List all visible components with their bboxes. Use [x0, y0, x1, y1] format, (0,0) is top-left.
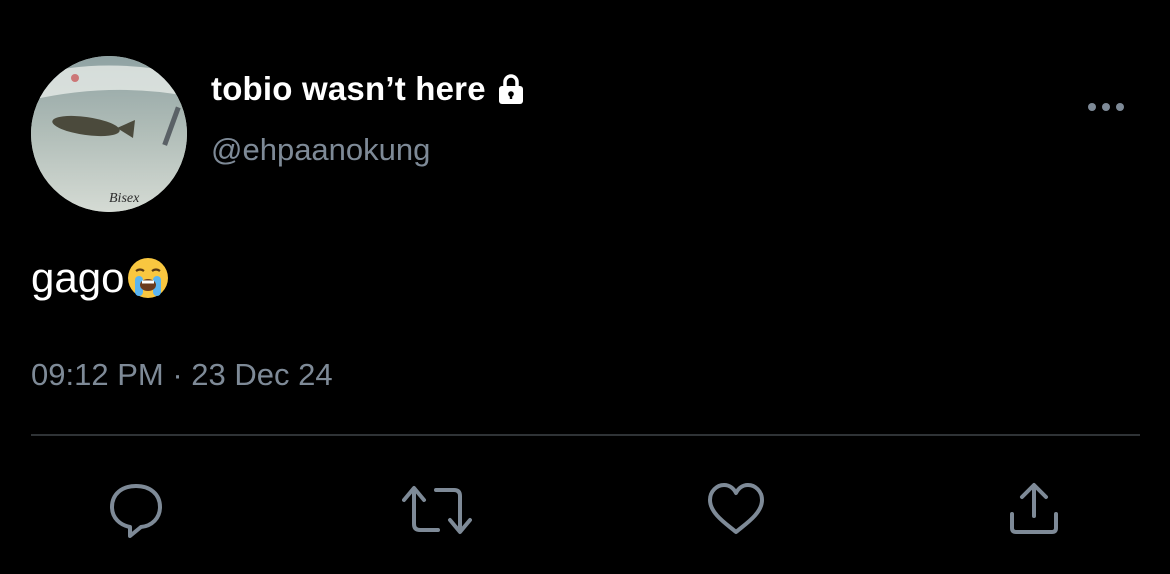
- tweet-time: 09:12 PM: [31, 357, 164, 392]
- meta-separator: ·: [172, 357, 183, 392]
- tweet-card: Bisex tobio wasn’t here @ehpaanokung gag…: [0, 0, 1170, 574]
- reply-button[interactable]: [106, 480, 166, 540]
- avatar[interactable]: Bisex: [31, 56, 187, 212]
- tweet-date: 23 Dec 24: [191, 357, 333, 392]
- loudly-crying-face-icon: [126, 256, 170, 300]
- avatar-caption: Bisex: [109, 191, 140, 206]
- share-button[interactable]: [1004, 480, 1064, 540]
- like-button[interactable]: [706, 480, 766, 540]
- share-icon: [1010, 483, 1058, 534]
- more-options-icon[interactable]: [1084, 92, 1128, 122]
- display-name[interactable]: tobio wasn’t here: [211, 70, 528, 108]
- tweet-text-content: gago: [31, 254, 125, 301]
- tweet-timestamp[interactable]: 09:12 PM · 23 Dec 24: [31, 357, 333, 393]
- retweet-button[interactable]: [402, 480, 472, 540]
- divider: [31, 434, 1140, 436]
- heart-icon: [708, 483, 764, 534]
- speech-bubble-icon: [110, 484, 162, 538]
- tweet-text: gago: [31, 254, 170, 302]
- lock-icon: [494, 72, 528, 106]
- retweet-icon: [402, 486, 472, 534]
- avatar-image: Bisex: [31, 56, 187, 212]
- display-name-text: tobio wasn’t here: [211, 70, 486, 107]
- user-handle[interactable]: @ehpaanokung: [211, 132, 430, 168]
